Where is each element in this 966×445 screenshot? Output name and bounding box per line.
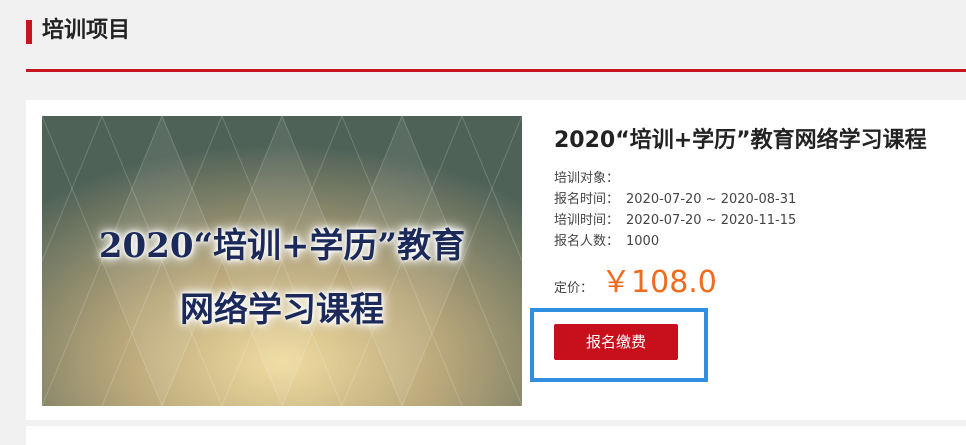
meta-row-enroll-count: 报名人数： 1000 [554,231,954,252]
meta-label: 培训时间： [554,213,620,228]
section-header: 培训项目 [26,0,966,72]
meta-value: 2020-07-20 ~ 2020-11-15 [626,213,797,228]
course-info: 2020“培训+学历”教育网络学习课程 培训对象： 报名时间： 2020-07-… [554,126,954,302]
price-value: ￥108.0 [601,265,717,300]
price-label: 定价： [554,281,594,296]
section-accent-bar [26,20,32,44]
section-title: 培训项目 [42,18,131,43]
meta-label: 报名人数： [554,234,620,249]
meta-row-enroll-period: 报名时间： 2020-07-20 ~ 2020-08-31 [554,189,954,210]
meta-label: 报名时间： [554,192,620,207]
enroll-pay-button[interactable]: 报名缴费 [554,324,678,360]
meta-row-target: 培训对象： [554,168,954,189]
course-cover-image[interactable]: 2020“培训+学历”教育 网络学习课程 [42,116,522,406]
course-title[interactable]: 2020“培训+学历”教育网络学习课程 [554,126,954,156]
meta-value: 2020-07-20 ~ 2020-08-31 [626,192,797,207]
cover-title-line1: 2020“培训+学历”教育 [98,226,466,266]
price-row: 定价： ￥108.0 [554,264,954,302]
course-card: 2020“培训+学历”教育 网络学习课程 2020“培训+学历”教育网络学习课程… [26,100,966,420]
next-course-card [26,426,966,445]
meta-row-training-period: 培训时间： 2020-07-20 ~ 2020-11-15 [554,210,954,231]
meta-value: 1000 [626,234,660,249]
meta-label: 培训对象： [554,171,620,186]
course-meta: 培训对象： 报名时间： 2020-07-20 ~ 2020-08-31 培训时间… [554,168,954,252]
cover-title-line2: 网络学习课程 [180,290,384,330]
